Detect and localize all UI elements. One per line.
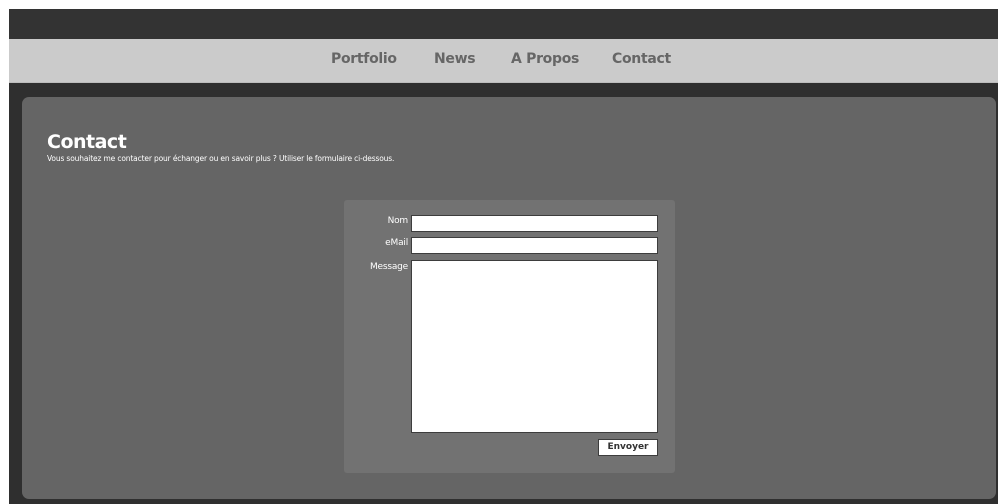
message-field[interactable] — [411, 260, 658, 433]
name-field[interactable] — [411, 215, 658, 232]
site-frame: Portfolio News A Propos Contact Contact … — [9, 9, 998, 504]
nav-item-a-propos[interactable]: A Propos — [511, 39, 579, 82]
nav-item-news[interactable]: News — [434, 39, 476, 82]
email-label: eMail — [385, 238, 408, 248]
send-button[interactable]: Envoyer — [598, 439, 658, 456]
header-divider — [9, 83, 998, 97]
nav-bar: Portfolio News A Propos Contact — [9, 39, 998, 83]
message-label: Message — [369, 262, 408, 272]
top-band — [9, 9, 998, 39]
email-field[interactable] — [411, 237, 658, 254]
page-intro: Vous souhaitez me contacter pour échange… — [47, 154, 395, 163]
page-title: Contact — [47, 131, 127, 153]
content-panel: Contact Vous souhaitez me contacter pour… — [22, 97, 996, 499]
nav-item-contact[interactable]: Contact — [612, 39, 671, 82]
name-label: Nom — [387, 216, 409, 226]
contact-form: Nom eMail Message Envoyer — [344, 200, 675, 473]
nav-item-portfolio[interactable]: Portfolio — [331, 39, 397, 82]
